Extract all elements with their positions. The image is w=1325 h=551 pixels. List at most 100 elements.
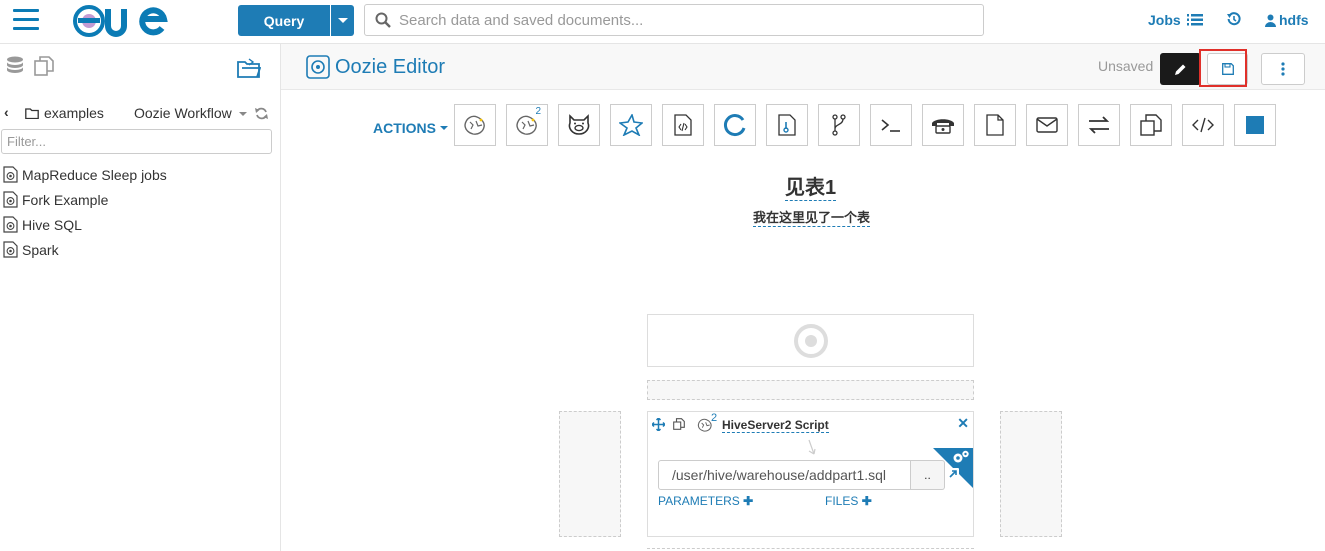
chevron-left-icon[interactable]: ‹ (4, 104, 9, 120)
plus-icon: ✚ (743, 494, 754, 508)
action-title[interactable]: HiveServer2 Script (722, 418, 829, 433)
hive-icon (464, 115, 485, 135)
vertical-ellipsis-icon (1281, 62, 1285, 76)
jobs-button[interactable]: Jobs (1148, 12, 1203, 28)
close-icon[interactable]: ✕ (957, 415, 969, 432)
actions-label: ACTIONS (373, 120, 436, 136)
hive-action-tile[interactable] (454, 104, 496, 146)
parameters-link[interactable]: PARAMETERS ✚ (658, 494, 753, 508)
mapreduce-action-tile[interactable] (766, 104, 808, 146)
start-target-icon (793, 323, 828, 358)
java-action-tile[interactable] (662, 104, 704, 146)
plus-icon: ✚ (861, 494, 872, 508)
envelope-icon (1036, 117, 1058, 133)
list-item[interactable]: MapReduce Sleep jobs (3, 162, 167, 187)
query-button[interactable]: Query (238, 5, 330, 36)
script-path-input[interactable] (659, 461, 910, 489)
code-icon (1192, 117, 1214, 133)
kill-action-tile[interactable] (1234, 104, 1276, 146)
search-input[interactable] (399, 5, 969, 35)
list-item[interactable]: Spark (3, 237, 167, 262)
move-icon[interactable] (652, 418, 665, 431)
document-type-selector[interactable]: Oozie Workflow (134, 105, 247, 121)
global-search (364, 4, 984, 36)
card-header: 2 HiveServer2 Script ✕ (648, 412, 973, 438)
list-item-label: Fork Example (22, 191, 109, 208)
folder-name[interactable]: examples (44, 105, 104, 121)
floppy-disk-icon (1221, 63, 1234, 75)
spark-icon (619, 114, 643, 136)
sqoop-action-tile[interactable] (714, 104, 756, 146)
version-badge: 2 (711, 412, 718, 424)
folder-icon (25, 108, 39, 119)
distcp-action-tile[interactable] (1078, 104, 1120, 146)
drop-zone-left[interactable] (559, 411, 621, 537)
mapreduce-file-icon (778, 114, 796, 136)
fs-action-tile[interactable] (974, 104, 1016, 146)
open-folder-icon[interactable] (237, 58, 261, 78)
file-icon (986, 114, 1004, 136)
edit-button[interactable] (1160, 53, 1201, 85)
expand-icon[interactable] (947, 468, 959, 480)
copy-icon (1140, 114, 1162, 136)
top-navigation-bar: Query Jobs hdfs (0, 0, 1325, 44)
refresh-icon[interactable] (255, 107, 268, 120)
hamburger-menu-icon[interactable] (13, 9, 39, 31)
documents-icon[interactable] (34, 56, 56, 76)
search-icon (375, 12, 391, 28)
files-link[interactable]: FILES ✚ (825, 494, 872, 508)
actions-dropdown[interactable]: ACTIONS (373, 120, 448, 136)
oozie-document-icon (3, 216, 18, 233)
gears-icon[interactable] (952, 450, 970, 464)
copy-icon[interactable] (673, 418, 685, 430)
query-dropdown-toggle[interactable] (331, 5, 354, 36)
filter-field (1, 129, 272, 154)
list-item-label: Hive SQL (22, 216, 82, 233)
subworkflow-action-tile[interactable] (1130, 104, 1172, 146)
breadcrumb: ‹ examples Oozie Workflow (4, 104, 274, 124)
oozie-icon (306, 55, 330, 79)
list-item[interactable]: Hive SQL (3, 212, 167, 237)
pig-icon (568, 114, 590, 135)
java-file-icon (674, 114, 692, 136)
email-action-tile[interactable] (1026, 104, 1068, 146)
transfer-arrows-icon (1088, 116, 1110, 134)
user-icon (1265, 14, 1276, 27)
save-status: Unsaved (1098, 58, 1154, 74)
spark-action-tile[interactable] (610, 104, 652, 146)
stop-square-icon (1246, 116, 1264, 134)
workflow-description[interactable]: 我在这里见了一个表 (753, 209, 871, 227)
oozie-document-icon (3, 166, 18, 183)
more-options-button[interactable] (1261, 53, 1305, 85)
main-content: Oozie Editor Unsaved ACTIONS 2 见表1 我在这里见… (281, 44, 1325, 551)
document-list: MapReduce Sleep jobs Fork Example Hive S… (3, 162, 167, 262)
history-button[interactable] (1227, 12, 1241, 26)
ssh-action-tile[interactable] (922, 104, 964, 146)
workflow-name[interactable]: 见表1 (785, 176, 837, 201)
version-badge: 2 (535, 106, 541, 117)
database-icon[interactable] (6, 56, 24, 76)
fork-action-tile[interactable] (818, 104, 860, 146)
hue-logo[interactable] (72, 4, 172, 38)
drop-zone[interactable] (647, 380, 974, 400)
editor-header: Oozie Editor Unsaved (281, 44, 1325, 90)
shell-action-tile[interactable] (870, 104, 912, 146)
hiveserver2-action-card: 2 HiveServer2 Script ✕ .. PARAMETERS ✚ F… (647, 411, 974, 537)
script-path-field (658, 460, 911, 490)
files-label: FILES (825, 494, 859, 508)
list-icon (1186, 14, 1203, 26)
pig-action-tile[interactable] (558, 104, 600, 146)
generic-action-tile[interactable] (1182, 104, 1224, 146)
save-button[interactable] (1207, 53, 1248, 85)
drop-zone-right[interactable] (1000, 411, 1062, 537)
filter-input[interactable] (2, 130, 271, 153)
hiveserver2-action-tile[interactable]: 2 (506, 104, 548, 146)
caret-down-icon (440, 126, 448, 130)
user-menu[interactable]: hdfs (1265, 12, 1309, 28)
page-title: Oozie Editor (335, 56, 446, 78)
oozie-document-icon (3, 241, 18, 258)
list-item-label: Spark (22, 241, 59, 258)
browse-button[interactable]: .. (911, 460, 945, 490)
list-item[interactable]: Fork Example (3, 187, 167, 212)
drag-arrow-icon (808, 439, 816, 455)
